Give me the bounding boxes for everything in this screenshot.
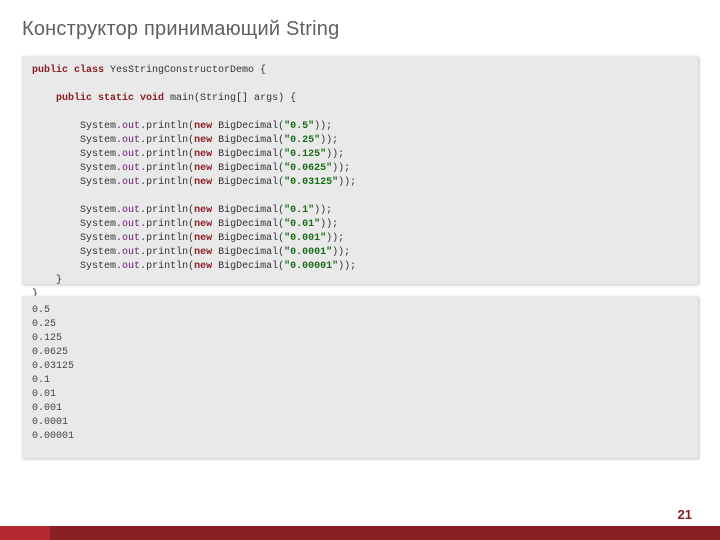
sys: System: [80, 149, 116, 160]
kw-new: new: [194, 247, 212, 258]
sys: System: [80, 247, 116, 258]
bigdecimal: BigDecimal(: [212, 233, 284, 244]
output-line: 0.125: [32, 333, 62, 344]
out: out: [122, 135, 140, 146]
out: out: [122, 261, 140, 272]
out: out: [122, 247, 140, 258]
arg: "0.5": [284, 121, 314, 132]
kw-new: new: [194, 163, 212, 174]
bigdecimal: BigDecimal(: [212, 205, 284, 216]
page-number: 21: [678, 507, 692, 522]
slide: Конструктор принимающий String public cl…: [0, 0, 720, 540]
footer-accent: [0, 526, 50, 540]
output-line: 0.25: [32, 319, 56, 330]
kw-main: public static void: [56, 93, 164, 104]
bigdecimal: BigDecimal(: [212, 247, 284, 258]
footer-bar: [0, 526, 720, 540]
code-block: public class YesStringConstructorDemo { …: [22, 56, 698, 284]
println: println: [146, 163, 188, 174]
sys: System: [80, 233, 116, 244]
kw-new: new: [194, 261, 212, 272]
println: println: [146, 135, 188, 146]
sys: System: [80, 163, 116, 174]
arg: "0.03125": [284, 177, 338, 188]
out: out: [122, 149, 140, 160]
println: println: [146, 247, 188, 258]
main-sig: main(String[] args): [164, 93, 290, 104]
kw-class: public class: [32, 65, 104, 76]
arg: "0.0625": [284, 163, 332, 174]
output-block: 0.5 0.25 0.125 0.0625 0.03125 0.1 0.01 0…: [22, 296, 698, 458]
println: println: [146, 219, 188, 230]
bigdecimal: BigDecimal(: [212, 135, 284, 146]
output-line: 0.1: [32, 375, 50, 386]
println: println: [146, 121, 188, 132]
sys: System: [80, 135, 116, 146]
sys: System: [80, 205, 116, 216]
sys: System: [80, 261, 116, 272]
bigdecimal: BigDecimal(: [212, 219, 284, 230]
bigdecimal: BigDecimal(: [212, 261, 284, 272]
out: out: [122, 205, 140, 216]
kw-new: new: [194, 233, 212, 244]
arg: "0.125": [284, 149, 326, 160]
kw-new: new: [194, 135, 212, 146]
output-line: 0.5: [32, 305, 50, 316]
arg: "0.00001": [284, 261, 338, 272]
output-line: 0.00001: [32, 431, 74, 442]
output-line: 0.03125: [32, 361, 74, 372]
kw-new: new: [194, 149, 212, 160]
kw-new: new: [194, 177, 212, 188]
println: println: [146, 149, 188, 160]
println: println: [146, 261, 188, 272]
bigdecimal: BigDecimal(: [212, 121, 284, 132]
output-line: 0.0001: [32, 417, 68, 428]
output-line: 0.0625: [32, 347, 68, 358]
output-line: 0.001: [32, 403, 62, 414]
arg: "0.0001": [284, 247, 332, 258]
kw-new: new: [194, 121, 212, 132]
class-name: YesStringConstructorDemo: [104, 65, 260, 76]
bigdecimal: BigDecimal(: [212, 163, 284, 174]
arg: "0.1": [284, 205, 314, 216]
sys: System: [80, 219, 116, 230]
sys: System: [80, 177, 116, 188]
arg: "0.25": [284, 135, 320, 146]
sys: System: [80, 121, 116, 132]
bigdecimal: BigDecimal(: [212, 149, 284, 160]
arg: "0.001": [284, 233, 326, 244]
kw-new: new: [194, 205, 212, 216]
output-line: 0.01: [32, 389, 56, 400]
arg: "0.01": [284, 219, 320, 230]
println: println: [146, 233, 188, 244]
out: out: [122, 219, 140, 230]
kw-new: new: [194, 219, 212, 230]
out: out: [122, 177, 140, 188]
page-title: Конструктор принимающий String: [22, 18, 339, 41]
println: println: [146, 205, 188, 216]
bigdecimal: BigDecimal(: [212, 177, 284, 188]
out: out: [122, 121, 140, 132]
println: println: [146, 177, 188, 188]
out: out: [122, 163, 140, 174]
out: out: [122, 233, 140, 244]
